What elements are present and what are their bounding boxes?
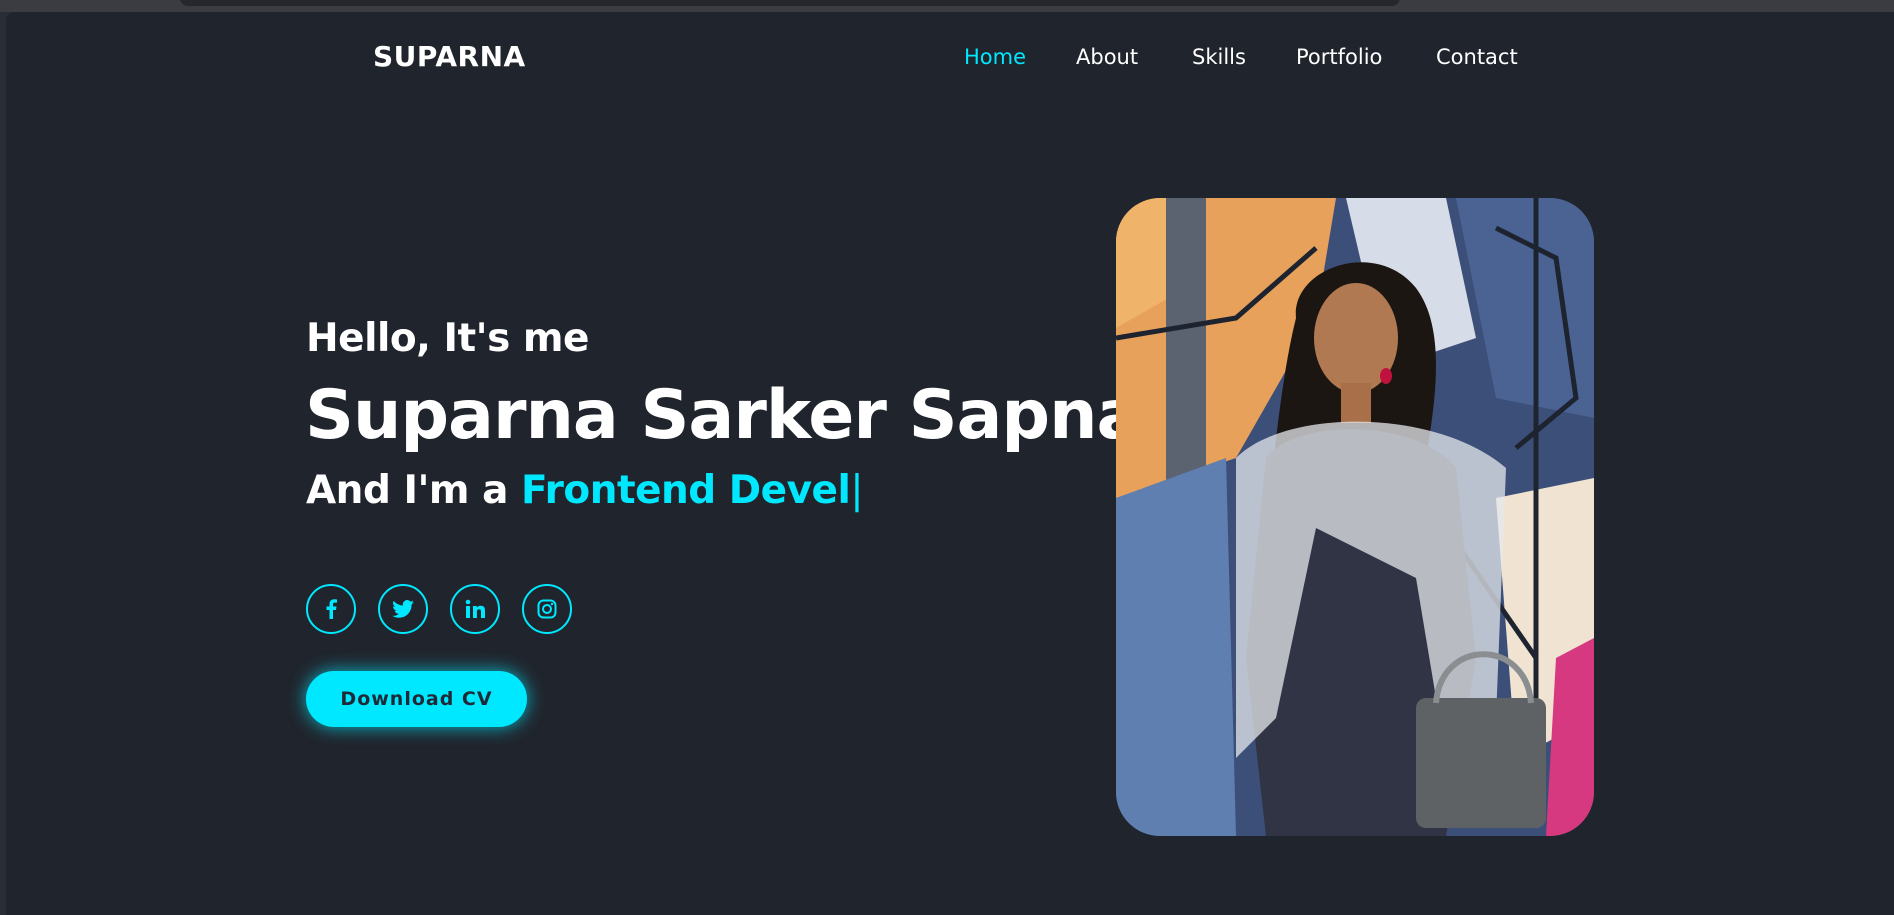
nav-contact[interactable]: Contact xyxy=(1436,45,1518,69)
instagram-icon xyxy=(537,599,557,619)
main-nav: Home About Skills Portfolio Contact xyxy=(964,45,1518,69)
instagram-link[interactable] xyxy=(522,584,572,634)
role-prefix: And I'm a xyxy=(306,468,522,513)
browser-tab-edge xyxy=(180,0,1400,6)
role-typed-text: Frontend Devel xyxy=(521,468,851,513)
hero-name: Suparna Sarker Sapna xyxy=(305,376,1142,455)
portfolio-page: SUPARNA Home About Skills Portfolio Cont… xyxy=(6,12,1894,915)
twitter-icon xyxy=(392,600,414,618)
social-links xyxy=(306,584,572,634)
facebook-link[interactable] xyxy=(306,584,356,634)
facebook-icon xyxy=(325,599,337,619)
hero-role: And I'm a Frontend Devel| xyxy=(306,468,864,513)
linkedin-icon xyxy=(465,599,485,619)
nav-skills[interactable]: Skills xyxy=(1192,45,1296,69)
linkedin-link[interactable] xyxy=(450,584,500,634)
nav-about[interactable]: About xyxy=(1076,45,1192,69)
typing-cursor: | xyxy=(850,468,864,513)
twitter-link[interactable] xyxy=(378,584,428,634)
download-cv-button[interactable]: Download CV xyxy=(306,671,527,727)
nav-portfolio[interactable]: Portfolio xyxy=(1296,45,1436,69)
browser-top-strip xyxy=(0,0,1894,12)
profile-photo xyxy=(1116,198,1594,836)
nav-home[interactable]: Home xyxy=(964,45,1076,69)
site-logo[interactable]: SUPARNA xyxy=(373,40,526,73)
hero-greeting: Hello, It's me xyxy=(306,316,590,361)
